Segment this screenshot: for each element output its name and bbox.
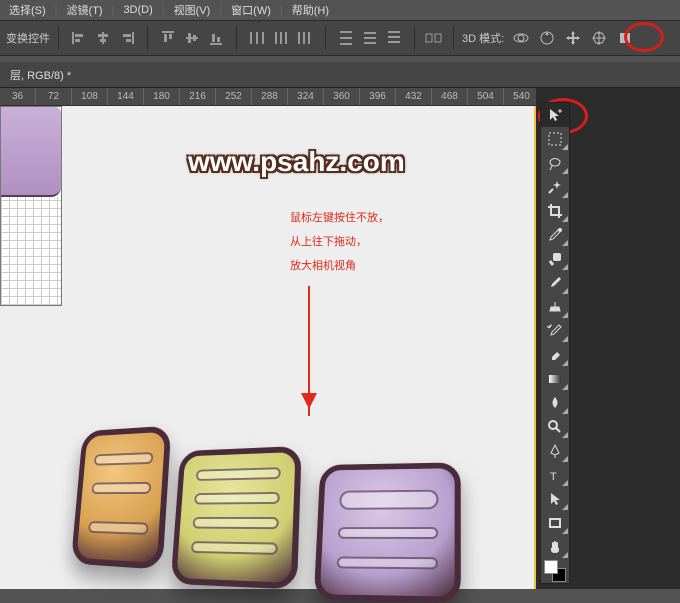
spot-heal-tool[interactable]: [541, 247, 569, 271]
clone-stamp-tool[interactable]: [541, 295, 569, 319]
main-menu-bar: 选择(S)| 滤镜(T)| 3D(D)| 视图(V)| 窗口(W)| 帮助(H): [0, 0, 680, 20]
document-tab[interactable]: 层, RGB/8) * ▸▸▾≡ — □ ×: [0, 62, 680, 88]
right-panel: T: [536, 88, 680, 589]
auto-align-icon[interactable]: [423, 27, 445, 49]
distribute-left-icon[interactable]: [245, 27, 269, 49]
distribute-v-group: [334, 27, 406, 49]
align-horizontal-group: [67, 27, 139, 49]
align-bottom-icon[interactable]: [204, 27, 228, 49]
menu-help[interactable]: 帮助(H): [287, 0, 334, 20]
document-title: 层, RGB/8) *: [10, 67, 71, 83]
rectangle-tool[interactable]: [541, 511, 569, 535]
align-center-h-icon[interactable]: [91, 27, 115, 49]
menu-view[interactable]: 视图(V): [169, 0, 216, 20]
distribute-h-group: [245, 27, 317, 49]
transform-controls-label: 变换控件: [6, 30, 50, 46]
align-left-icon[interactable]: [67, 27, 91, 49]
distribute-center-h-icon[interactable]: [269, 27, 293, 49]
menu-3d[interactable]: 3D(D): [118, 2, 157, 18]
fg-bg-color[interactable]: [541, 559, 569, 583]
3d-scale-icon[interactable]: [614, 27, 636, 49]
menu-window[interactable]: 窗口(W): [226, 0, 276, 20]
blur-tool[interactable]: [541, 391, 569, 415]
distribute-center-v-icon[interactable]: [358, 27, 382, 49]
history-brush-tool[interactable]: [541, 319, 569, 343]
crop-tool[interactable]: [541, 199, 569, 223]
3d-text-artwork: [70, 356, 490, 586]
eyedropper-tool[interactable]: [541, 223, 569, 247]
rectangular-marquee-tool[interactable]: [541, 127, 569, 151]
move-tool[interactable]: [541, 103, 569, 127]
gradient-tool[interactable]: [541, 367, 569, 391]
svg-text:T: T: [550, 471, 557, 483]
align-right-icon[interactable]: [115, 27, 139, 49]
type-tool[interactable]: T: [541, 463, 569, 487]
3d-mode-label: 3D 模式:: [462, 30, 504, 46]
horizontal-ruler[interactable]: 3672108 144180216 252288324 360396432 46…: [0, 88, 536, 106]
eraser-tool[interactable]: [541, 343, 569, 367]
canvas[interactable]: www.psahz.com 鼠标左键按住不放， 从上往下拖动， 放大相机视角: [0, 106, 536, 589]
watermark-text: www.psahz.com: [188, 146, 405, 178]
tools-panel: T: [540, 102, 570, 584]
align-top-icon[interactable]: [156, 27, 180, 49]
menu-filter[interactable]: 滤镜(T): [62, 0, 108, 20]
dodge-tool[interactable]: [541, 415, 569, 439]
instruction-text: 鼠标左键按住不放， 从上往下拖动， 放大相机视角: [290, 206, 389, 278]
distribute-right-icon[interactable]: [293, 27, 317, 49]
3d-slide-icon[interactable]: [588, 27, 610, 49]
pen-tool[interactable]: [541, 439, 569, 463]
lasso-tool[interactable]: [541, 151, 569, 175]
options-bar: 变换控件 3D 模式:: [0, 20, 680, 56]
path-selection-tool[interactable]: [541, 487, 569, 511]
hand-tool[interactable]: [541, 535, 569, 559]
navigator-thumbnail[interactable]: [0, 106, 62, 306]
align-vertical-group: [156, 27, 228, 49]
menu-select[interactable]: 选择(S): [4, 0, 51, 20]
distribute-bottom-icon[interactable]: [382, 27, 406, 49]
brush-tool[interactable]: [541, 271, 569, 295]
magic-wand-tool[interactable]: [541, 175, 569, 199]
3d-roll-icon[interactable]: [536, 27, 558, 49]
3d-orbit-icon[interactable]: [510, 27, 532, 49]
align-center-v-icon[interactable]: [180, 27, 204, 49]
distribute-top-icon[interactable]: [334, 27, 358, 49]
3d-pan-icon[interactable]: [562, 27, 584, 49]
